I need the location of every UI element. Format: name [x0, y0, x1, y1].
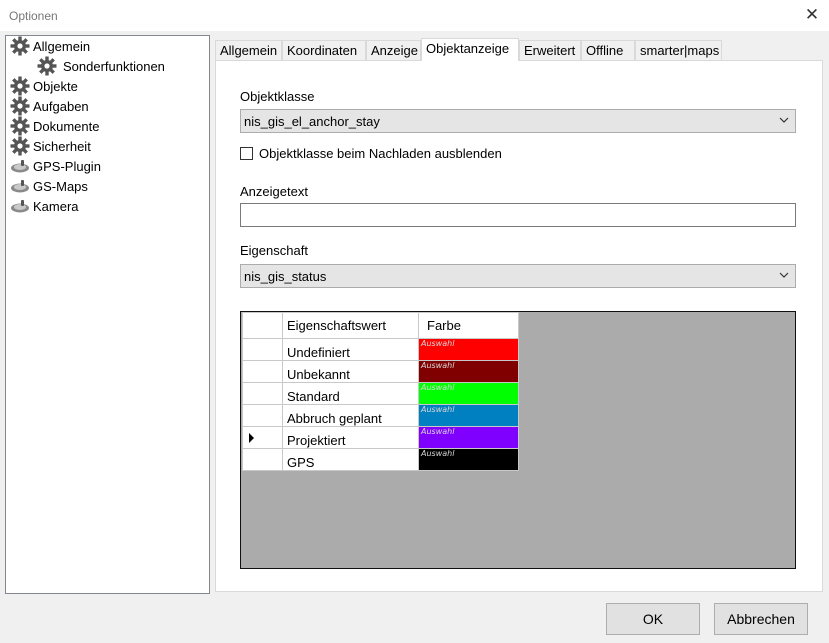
column-header-farbe[interactable]: Farbe [418, 312, 519, 339]
close-icon[interactable]: ✕ [800, 4, 824, 26]
tree-item-sicherheit[interactable]: Sicherheit [10, 136, 91, 156]
table-row[interactable]: Projektiert Auswahl [242, 426, 519, 449]
property-value-cell[interactable]: Standard [282, 382, 419, 405]
color-select-label: Auswahl [421, 383, 455, 392]
property-value-cell[interactable]: Undefiniert [282, 338, 419, 361]
color-grid[interactable]: Eigenschaftswert Farbe Undefiniert Auswah… [240, 311, 796, 569]
color-select-label: Auswahl [421, 405, 455, 414]
color-select-label: Auswahl [421, 427, 455, 436]
eigenschaft-dropdown[interactable]: nis_gis_status [240, 264, 796, 288]
table-row[interactable]: Abbruch geplant Auswahl [242, 404, 519, 427]
row-header[interactable] [242, 448, 283, 471]
tree-item-label: Dokumente [33, 118, 100, 134]
eigenschaft-value: nis_gis_status [244, 269, 327, 284]
tree-item-objekte[interactable]: Objekte [10, 76, 78, 96]
tree-item-label: GS-Maps [33, 178, 88, 194]
eigenschaft-label: Eigenschaft [240, 243, 308, 258]
color-swatch[interactable]: Auswahl [419, 405, 518, 426]
color-cell[interactable]: Auswahl [418, 404, 519, 427]
objektklasse-value: nis_gis_el_anchor_stay [244, 114, 380, 129]
chevron-down-icon [779, 117, 789, 123]
tab-koordinaten[interactable]: Koordinaten [282, 40, 366, 60]
tab-erweitert[interactable]: Erweitert [519, 40, 581, 60]
row-header[interactable] [242, 426, 283, 449]
hide-objektklasse-label: Objektklasse beim Nachladen ausblenden [259, 146, 502, 161]
color-select-label: Auswahl [421, 339, 455, 348]
options-tree[interactable]: Allgemein Sonderfunktionen Objekte Aufgaben… [5, 35, 210, 594]
chevron-down-icon [779, 272, 789, 278]
column-header-eigenschaftswert[interactable]: Eigenschaftswert [282, 312, 419, 339]
objektklasse-dropdown[interactable]: nis_gis_el_anchor_stay [240, 109, 796, 133]
tree-item-label: GPS-Plugin [33, 158, 101, 174]
hide-objektklasse-checkbox[interactable] [240, 147, 253, 160]
tree-item-aufgaben[interactable]: Aufgaben [10, 96, 89, 116]
objektklasse-label: Objektklasse [240, 89, 315, 104]
anzeigetext-label: Anzeigetext [240, 184, 308, 199]
gear-icon [10, 116, 30, 136]
row-header[interactable] [242, 360, 283, 383]
color-swatch[interactable]: Auswahl [419, 339, 518, 360]
property-value-cell[interactable]: Abbruch geplant [282, 404, 419, 427]
table-row[interactable]: GPS Auswahl [242, 448, 519, 471]
tree-item-dokumente[interactable]: Dokumente [10, 116, 99, 136]
tree-item-kamera[interactable]: Kamera [10, 196, 79, 216]
cancel-button[interactable]: Abbrechen [714, 603, 808, 635]
tab-allgemein[interactable]: Allgemein [215, 40, 282, 60]
property-value-cell[interactable]: Unbekannt [282, 360, 419, 383]
color-select-label: Auswahl [421, 361, 455, 370]
tree-item-sonderfunktionen[interactable]: Sonderfunktionen [37, 56, 165, 76]
grid-corner-header [242, 312, 283, 339]
gps-device-icon [10, 179, 30, 193]
color-swatch[interactable]: Auswahl [419, 383, 518, 404]
gps-device-icon [10, 159, 30, 173]
ok-button[interactable]: OK [606, 603, 700, 635]
color-swatch[interactable]: Auswahl [419, 449, 518, 470]
tree-item-label: Allgemein [33, 38, 91, 54]
gear-icon [10, 76, 30, 96]
color-cell[interactable]: Auswahl [418, 426, 519, 449]
gear-icon [37, 56, 57, 76]
row-header[interactable] [242, 404, 283, 427]
row-header[interactable] [242, 382, 283, 405]
color-cell[interactable]: Auswahl [418, 360, 519, 383]
tree-item-label: Sonderfunktionen [63, 58, 165, 74]
window-title: Optionen [9, 9, 58, 23]
color-swatch[interactable]: Auswahl [419, 361, 518, 382]
tab-smarter-maps[interactable]: smarter|maps [635, 40, 722, 60]
row-header[interactable] [242, 338, 283, 361]
current-row-arrow-icon [249, 433, 254, 443]
color-cell[interactable]: Auswahl [418, 382, 519, 405]
table-row[interactable]: Undefiniert Auswahl [242, 338, 519, 361]
tree-item-allgemein[interactable]: Allgemein [10, 36, 90, 56]
tree-item-label: Objekte [33, 78, 78, 94]
gps-device-icon [10, 199, 30, 213]
color-cell[interactable]: Auswahl [418, 448, 519, 471]
tab-objektanzeige[interactable]: Objektanzeige [421, 38, 519, 61]
property-value-cell[interactable]: GPS [282, 448, 419, 471]
gear-icon [10, 136, 30, 156]
anzeigetext-input[interactable] [240, 203, 796, 227]
color-cell[interactable]: Auswahl [418, 338, 519, 361]
tab-offline[interactable]: Offline [581, 40, 635, 60]
table-row[interactable]: Standard Auswahl [242, 382, 519, 405]
table-row[interactable]: Unbekannt Auswahl [242, 360, 519, 383]
tree-item-gs-maps[interactable]: GS-Maps [10, 176, 88, 196]
gear-icon [10, 96, 30, 116]
tree-item-label: Sicherheit [33, 138, 91, 154]
title-bar: Optionen ✕ [0, 0, 829, 31]
tree-item-gps-plugin[interactable]: GPS-Plugin [10, 156, 101, 176]
property-value-cell[interactable]: Projektiert [282, 426, 419, 449]
tab-anzeige[interactable]: Anzeige [366, 40, 421, 60]
gear-icon [10, 36, 30, 56]
color-swatch[interactable]: Auswahl [419, 427, 518, 448]
tree-item-label: Kamera [33, 198, 79, 214]
color-select-label: Auswahl [421, 449, 455, 458]
tree-item-label: Aufgaben [33, 98, 89, 114]
